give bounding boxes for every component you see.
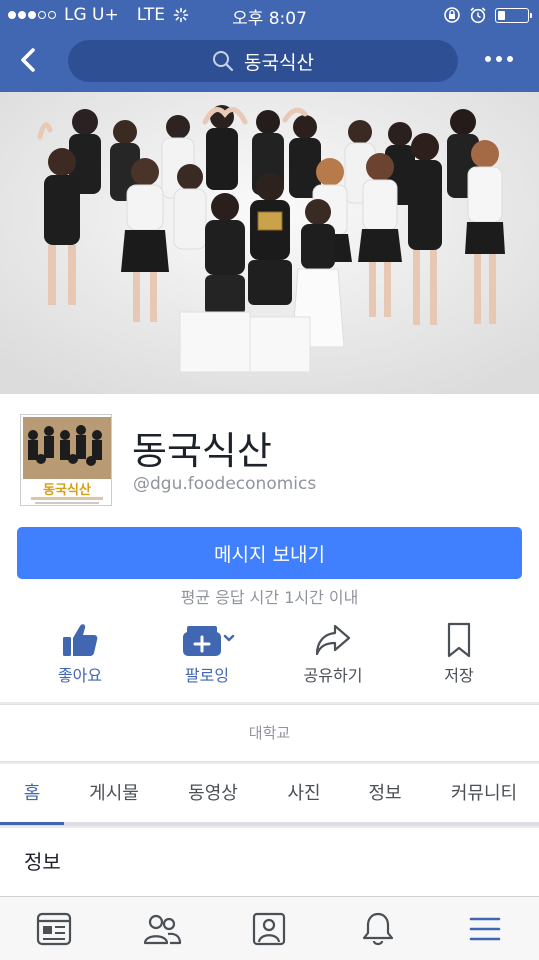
tab-home[interactable]: 홈 (0, 764, 64, 824)
tab-videos[interactable]: 동영상 (168, 764, 258, 824)
news-feed-icon (36, 912, 72, 946)
alarm-icon (470, 7, 486, 24)
info-section-title: 정보 (24, 850, 61, 874)
page-category: 대학교 (0, 704, 539, 762)
menu-icon (469, 917, 501, 941)
active-tab-indicator (0, 822, 64, 825)
nav-row: 동국식산 (0, 30, 539, 92)
tab-posts[interactable]: 게시물 (70, 764, 158, 824)
more-options-icon[interactable] (485, 56, 513, 62)
bottom-tab-bar (0, 896, 539, 960)
page-title: 동국식산 (132, 429, 272, 473)
page-header-card: 동국식산 동국식산 @dgu.foodeconomics 메시지 보내기 평균 … (0, 394, 539, 702)
search-field[interactable]: 동국식산 (68, 40, 458, 82)
tab-photos[interactable]: 사진 (268, 764, 340, 824)
save-button[interactable]: 저장 (404, 620, 514, 686)
info-section: 정보 (0, 828, 539, 896)
send-message-button[interactable]: 메시지 보내기 (17, 527, 522, 579)
status-bar: LG U+ LTE 오후 8:07 (0, 0, 539, 30)
page-username: @dgu.foodeconomics (133, 474, 317, 494)
thumbs-up-icon (63, 624, 98, 656)
rotation-lock-icon (444, 7, 460, 23)
like-button[interactable]: 좋아요 (25, 620, 135, 686)
battery-icon (495, 7, 532, 23)
share-icon (315, 624, 351, 656)
share-button[interactable]: 공유하기 (278, 620, 388, 686)
avatar-logo-text: 동국식산 (43, 482, 91, 498)
following-label: 팔로잉 (184, 666, 230, 685)
page-avatar[interactable]: 동국식산 (20, 414, 112, 506)
search-text: 동국식산 (244, 51, 314, 74)
friends-icon (143, 914, 182, 945)
notifications-icon (362, 912, 394, 946)
page-tabs: 홈 게시물 동영상 사진 정보 커뮤니티 (0, 764, 539, 826)
page-actions: 좋아요 팔로잉 공유하기 저장 (0, 620, 539, 690)
profile-icon (252, 912, 286, 946)
save-label: 저장 (444, 666, 474, 685)
bookmark-icon (447, 622, 471, 658)
friends-tab[interactable] (142, 911, 182, 947)
status-right (443, 6, 532, 24)
news-feed-tab[interactable] (34, 911, 74, 947)
following-icon (183, 626, 235, 656)
following-button[interactable]: 팔로잉 (152, 620, 262, 686)
share-label: 공유하기 (303, 666, 363, 685)
cover-photo-image (0, 92, 539, 394)
top-bar: LG U+ LTE 오후 8:07 동국식산 (0, 0, 539, 92)
response-time-text: 평균 응답 시간 1시간 이내 (180, 588, 359, 607)
tab-community[interactable]: 커뮤니티 (436, 764, 532, 824)
notifications-tab[interactable] (358, 911, 398, 947)
cover-photo[interactable] (0, 92, 539, 394)
tab-about[interactable]: 정보 (350, 764, 420, 824)
search-icon (213, 51, 234, 72)
profile-tab[interactable] (249, 911, 289, 947)
like-label: 좋아요 (57, 666, 103, 685)
menu-tab[interactable] (465, 911, 505, 947)
back-icon[interactable] (14, 44, 42, 76)
avatar-image: 동국식산 (21, 415, 111, 505)
